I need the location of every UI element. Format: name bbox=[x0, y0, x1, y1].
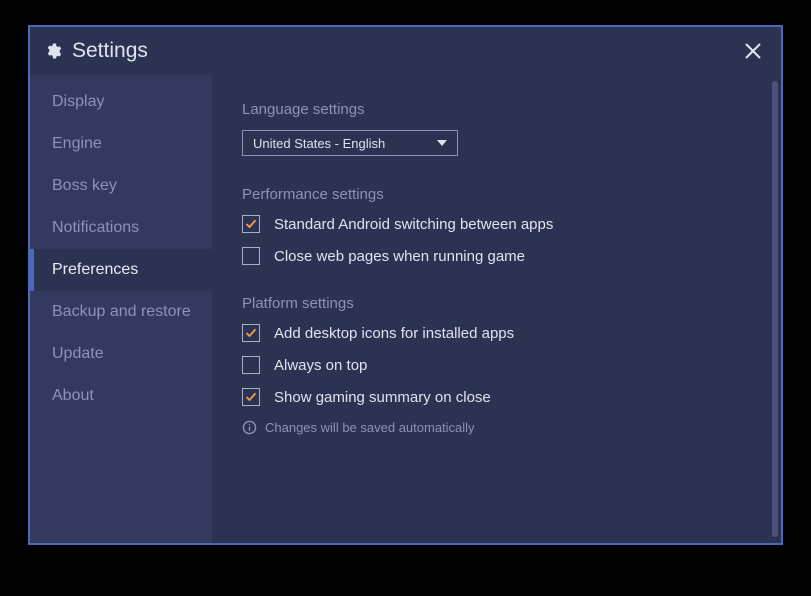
language-section-title: Language settings bbox=[242, 101, 751, 118]
language-section: Language settings United States - Englis… bbox=[242, 101, 751, 156]
checkbox-label: Close web pages when running game bbox=[274, 248, 525, 265]
checkbox-desktop-icons[interactable]: Add desktop icons for installed apps bbox=[242, 324, 751, 342]
sidebar-item-update[interactable]: Update bbox=[30, 333, 212, 375]
checkbox-box bbox=[242, 247, 260, 265]
sidebar-item-preferences[interactable]: Preferences bbox=[30, 249, 212, 291]
sidebar-item-backup-restore[interactable]: Backup and restore bbox=[30, 291, 212, 333]
sidebar-item-notifications[interactable]: Notifications bbox=[30, 207, 212, 249]
info-icon bbox=[242, 420, 257, 435]
settings-window: Settings Display Engine Boss key Notific… bbox=[28, 25, 783, 545]
checkbox-label: Show gaming summary on close bbox=[274, 389, 491, 406]
window-title: Settings bbox=[72, 39, 739, 63]
close-icon bbox=[744, 42, 762, 60]
checkbox-box bbox=[242, 324, 260, 342]
performance-section: Performance settings Standard Android sw… bbox=[242, 186, 751, 265]
sidebar-item-engine[interactable]: Engine bbox=[30, 123, 212, 165]
checkbox-label: Standard Android switching between apps bbox=[274, 216, 553, 233]
sidebar-item-about[interactable]: About bbox=[30, 375, 212, 417]
gear-icon bbox=[44, 42, 62, 60]
checkbox-label: Add desktop icons for installed apps bbox=[274, 325, 514, 342]
checkbox-box bbox=[242, 215, 260, 233]
platform-section: Platform settings Add desktop icons for … bbox=[242, 295, 751, 435]
chevron-down-icon bbox=[437, 140, 447, 146]
language-select[interactable]: United States - English bbox=[242, 130, 458, 156]
platform-section-title: Platform settings bbox=[242, 295, 751, 312]
info-text: Changes will be saved automatically bbox=[265, 420, 475, 435]
checkbox-label: Always on top bbox=[274, 357, 367, 374]
info-row: Changes will be saved automatically bbox=[242, 420, 751, 435]
sidebar-item-boss-key[interactable]: Boss key bbox=[30, 165, 212, 207]
checkbox-always-on-top[interactable]: Always on top bbox=[242, 356, 751, 374]
language-select-value: United States - English bbox=[253, 136, 385, 151]
scrollbar[interactable] bbox=[772, 81, 778, 537]
sidebar-item-display[interactable]: Display bbox=[30, 81, 212, 123]
checkbox-box bbox=[242, 356, 260, 374]
checkbox-gaming-summary[interactable]: Show gaming summary on close bbox=[242, 388, 751, 406]
close-button[interactable] bbox=[739, 37, 767, 65]
performance-section-title: Performance settings bbox=[242, 186, 751, 203]
titlebar: Settings bbox=[30, 27, 781, 75]
checkbox-standard-android-switching[interactable]: Standard Android switching between apps bbox=[242, 215, 751, 233]
sidebar: Display Engine Boss key Notifications Pr… bbox=[30, 75, 212, 543]
window-body: Display Engine Boss key Notifications Pr… bbox=[30, 75, 781, 543]
content-pane: Language settings United States - Englis… bbox=[212, 75, 781, 543]
checkbox-close-web-pages[interactable]: Close web pages when running game bbox=[242, 247, 751, 265]
checkbox-box bbox=[242, 388, 260, 406]
